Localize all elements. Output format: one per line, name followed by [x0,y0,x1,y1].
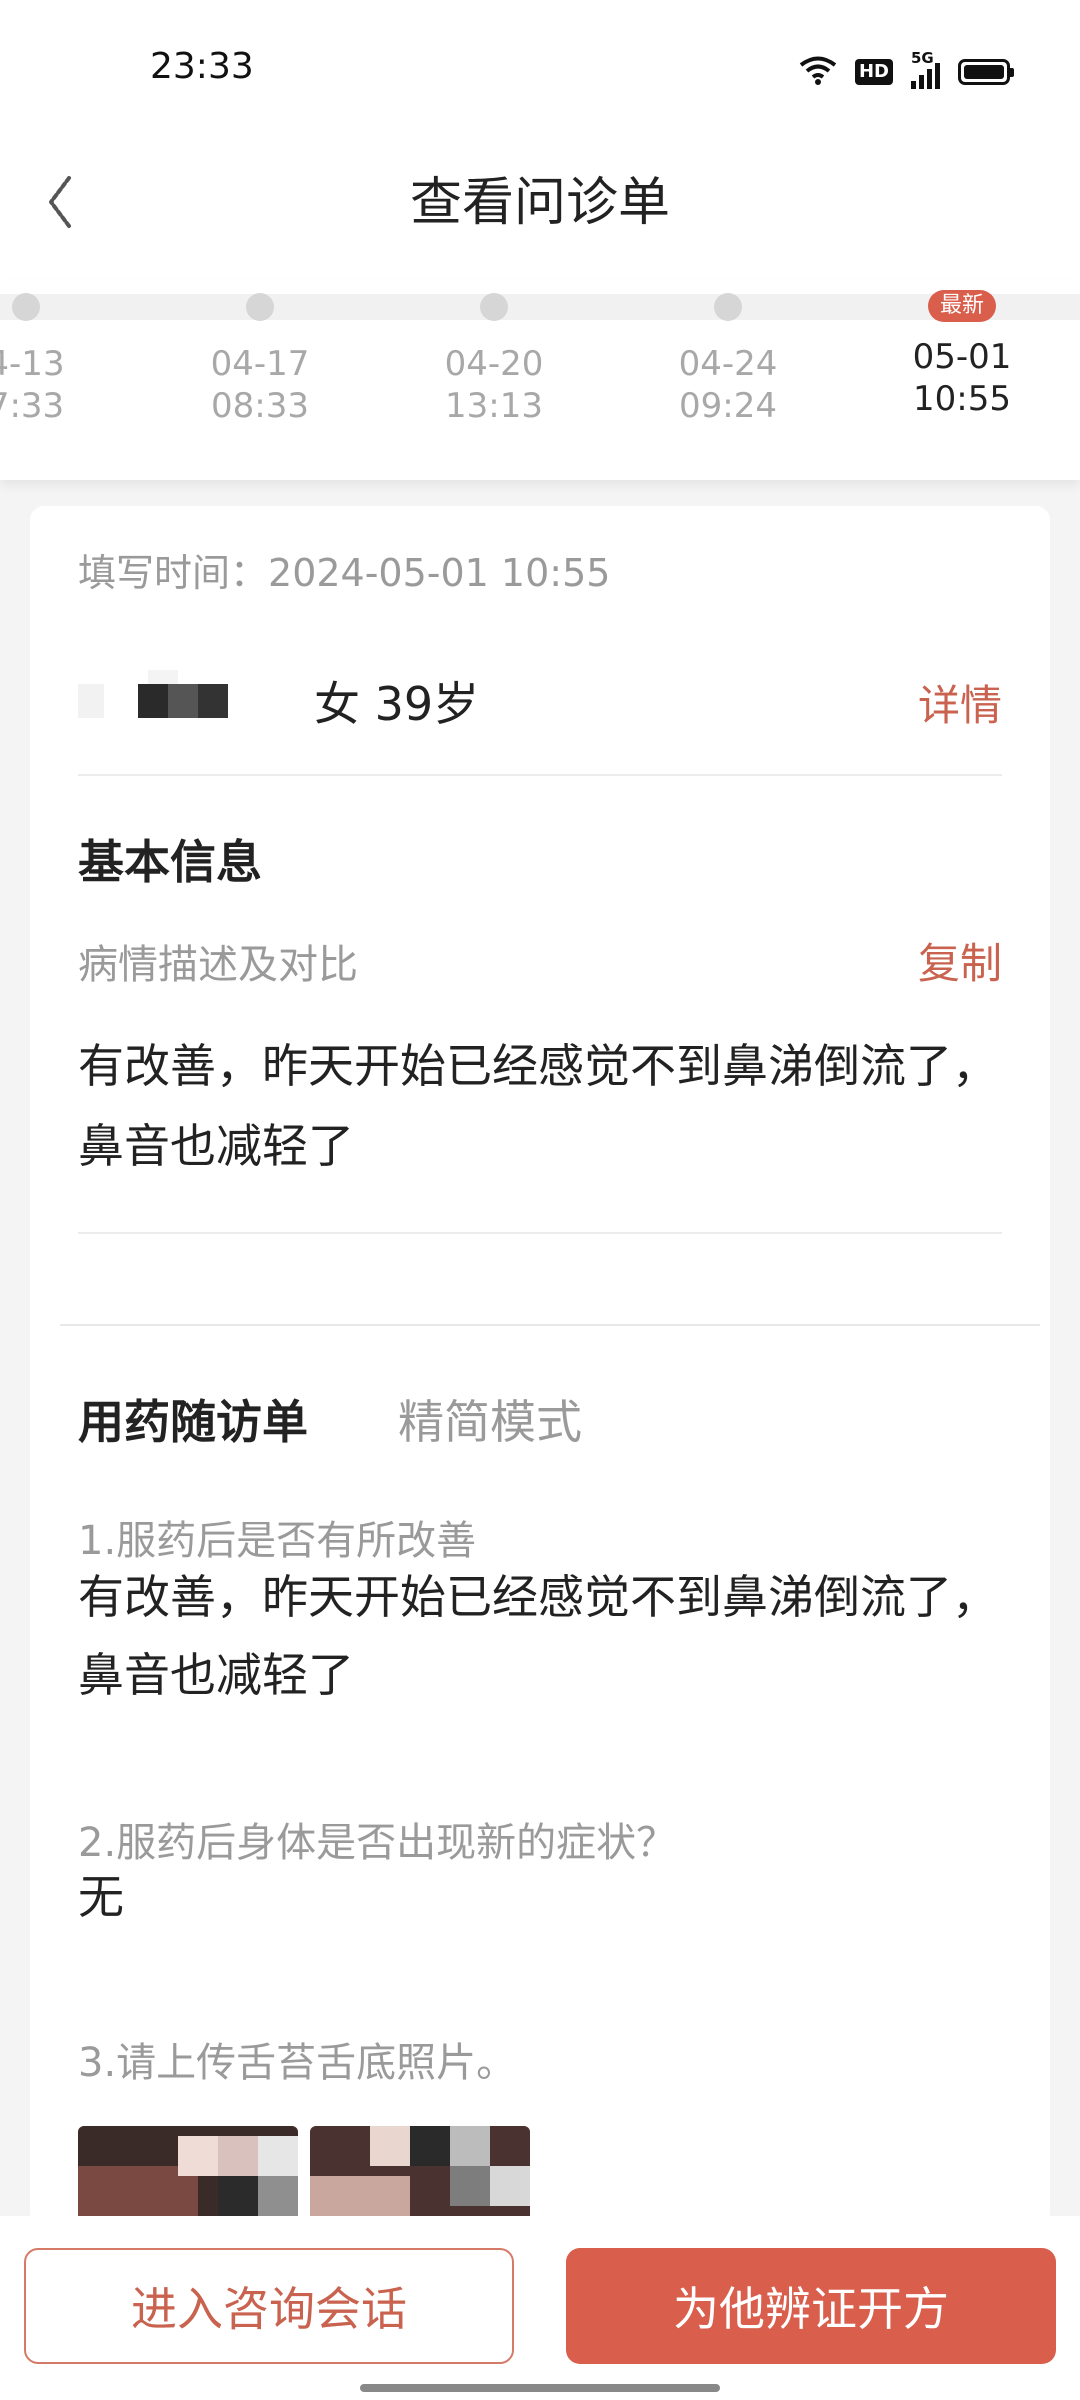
timeline-item[interactable]: 04-17 08:33 [160,280,360,427]
timeline-date: 04-17 [210,344,310,384]
timeline-dot [714,293,742,321]
battery-icon [958,59,1014,85]
timeline-time: 08:33 [211,386,309,426]
home-indicator[interactable] [360,2384,720,2392]
timeline-dot [12,293,40,321]
basic-info-title: 基本信息 [78,835,262,889]
condition-description-label: 病情描述及对比 [78,942,358,988]
page-title: 查看问诊单 [409,173,670,233]
section-divider [60,1324,1040,1326]
answer-1: 有改善，昨天开始已经感觉不到鼻涕倒流了，鼻音也减轻了 [78,1570,998,1702]
question-3: 3.请上传舌苔舌底照片。 [78,2040,517,2086]
enter-consultation-button[interactable]: 进入咨询会话 [24,2248,514,2364]
timeline-date: 05-01 [912,337,1012,377]
wifi-icon [799,55,837,89]
patient-name-redacted [78,670,228,718]
divider [78,774,1002,776]
patient-gender-age: 女 39岁 [314,677,480,731]
tab-simple-mode[interactable]: 精简模式 [398,1386,582,1452]
patient-row: 女 39岁 详情 [78,656,1002,746]
timeline-date: 04-20 [444,344,544,384]
prescribe-button[interactable]: 为他辨证开方 [566,2248,1056,2364]
timeline-time: 7:33 [0,386,65,426]
consultation-form-page: 23:33 HD 5G 查看问诊单 -13:33 04-17 08:33 04… [0,0,1080,2400]
header-bar: 查看问诊单 [0,140,1080,280]
fill-time: 填写时间：2024-05-01 10:55 [78,542,610,597]
tongue-photo-thumbnail[interactable] [310,2126,530,2226]
consultation-card: 填写时间：2024-05-01 10:55 女 39岁 详情 基本信息 病情描述… [30,506,1050,2226]
status-time: 23:33 [150,46,254,87]
timeline-dot [246,293,274,321]
timeline-item[interactable]: 4-13 7:33 [0,280,126,427]
status-icons: HD 5G [799,49,1014,92]
timeline-time: 10:55 [913,379,1011,419]
divider [78,1232,1002,1234]
timeline-time: 13:13 [445,386,543,426]
latest-badge: 最新 [927,290,996,322]
timeline-time: 09:24 [679,386,777,426]
condition-description: 有改善，昨天开始已经感觉不到鼻涕倒流了，鼻音也减轻了 [78,1039,998,1173]
timeline-item-latest[interactable]: 最新 05-01 10:55 [862,280,1062,420]
tab-medication-followup[interactable]: 用药随访单 [78,1386,308,1452]
hd-icon: HD [854,59,893,85]
copy-button[interactable]: 复制 [918,930,1002,991]
answer-2: 无 [78,1870,124,1924]
fill-time-label: 填写时间： [78,551,269,595]
timeline-date: 04-24 [678,344,778,384]
timeline-item[interactable]: 04-20 13:13 [394,280,594,427]
timeline-dot [480,293,508,321]
network-type-label: 5G [911,49,934,67]
status-bar: 23:33 HD 5G [0,0,1080,140]
timeline-item[interactable]: 04-24 09:24 [628,280,828,427]
tongue-photo-thumbnail[interactable] [78,2126,298,2226]
visit-timeline: 4-13 7:33 04-17 08:33 04-20 13:13 04-24 … [0,280,1080,480]
fill-time-value: 2024-05-01 10:55 [268,551,611,595]
detail-link[interactable]: 详情 [918,672,1002,733]
bottom-action-bar: 进入咨询会话 为他辨证开方 [0,2216,1080,2400]
signal-5g-icon: 5G [911,49,940,89]
timeline-date: 4-13 [0,344,65,384]
